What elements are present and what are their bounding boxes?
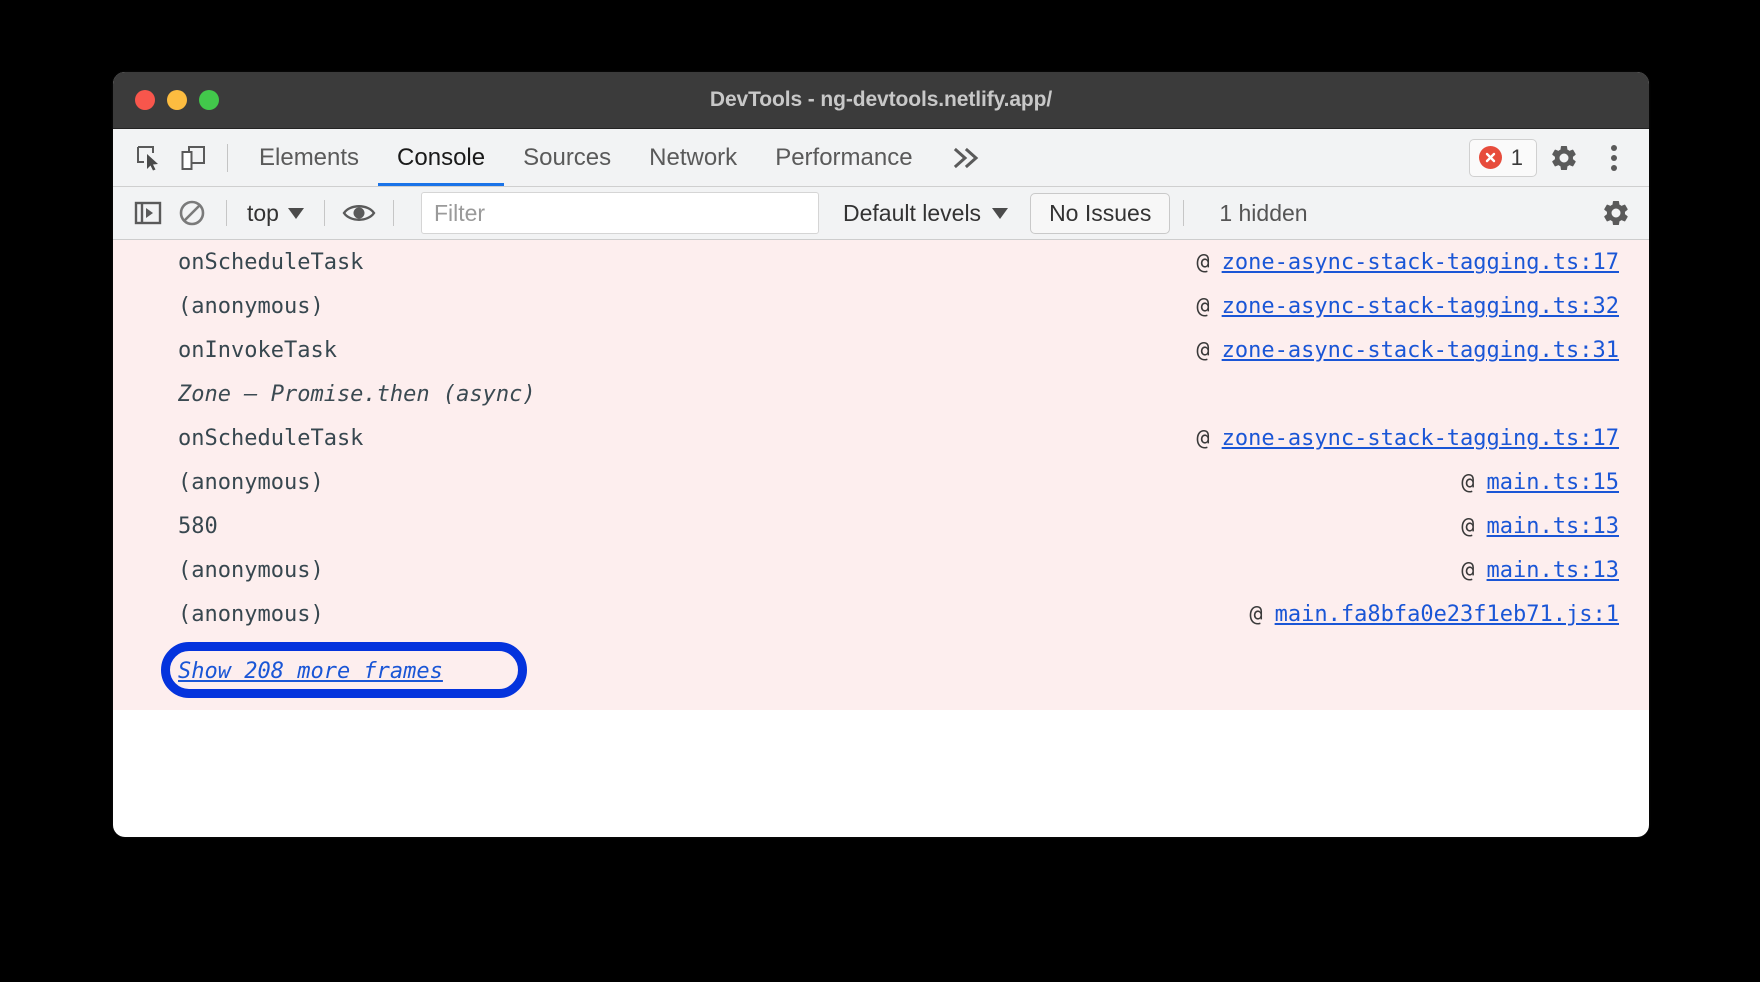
filter-input[interactable]: Filter (421, 192, 819, 234)
window-title: DevTools - ng-devtools.netlify.app/ (113, 88, 1649, 112)
stack-frame-row[interactable]: 580 @ main.ts:13 (113, 514, 1649, 558)
tab-sources-label: Sources (523, 144, 611, 172)
async-boundary-label: Zone — Promise.then (async) (178, 382, 536, 407)
clear-console-icon[interactable] (171, 192, 213, 234)
stack-frame-location: @ zone-async-stack-tagging.ts:17 (1196, 250, 1619, 275)
stack-frame-location: @ zone-async-stack-tagging.ts:17 (1196, 426, 1619, 451)
stack-frame-row[interactable]: onScheduleTask @ zone-async-stack-taggin… (113, 426, 1649, 470)
tab-console[interactable]: Console (378, 129, 504, 186)
tab-elements[interactable]: Elements (240, 129, 378, 186)
stack-frame-row[interactable]: (anonymous) @ main.ts:15 (113, 470, 1649, 514)
tab-performance[interactable]: Performance (756, 129, 931, 186)
kebab-menu-icon[interactable] (1591, 135, 1637, 181)
at-symbol: @ (1461, 470, 1474, 495)
source-link[interactable]: main.ts:13 (1487, 514, 1619, 539)
screenshot-root: DevTools - ng-devtools.netlify.app/ Elem… (0, 0, 1760, 982)
stack-frame-function: onInvokeTask (178, 338, 337, 363)
stack-frame-row[interactable]: onScheduleTask @ zone-async-stack-taggin… (113, 250, 1649, 294)
tab-network[interactable]: Network (630, 129, 756, 186)
minimize-window-button[interactable] (167, 90, 187, 110)
tab-console-label: Console (397, 144, 485, 172)
source-link[interactable]: main.fa8bfa0e23f1eb71.js:1 (1275, 602, 1619, 627)
chevron-double-right-icon[interactable] (932, 129, 1002, 186)
stack-frame-function: 580 (178, 514, 218, 539)
toolbar-divider-4 (1183, 200, 1184, 226)
error-count-badge[interactable]: 1 (1469, 139, 1537, 177)
stack-frame-function: (anonymous) (178, 470, 324, 495)
stack-frame-row[interactable]: (anonymous) @ main.ts:13 (113, 558, 1649, 602)
stack-frame-location: @ main.ts:13 (1461, 514, 1619, 539)
issues-button-label: No Issues (1049, 200, 1151, 226)
stack-frame-location: @ zone-async-stack-tagging.ts:31 (1196, 338, 1619, 363)
stack-frame-row[interactable]: (anonymous) @ main.fa8bfa0e23f1eb71.js:1 (113, 602, 1649, 646)
error-count-label: 1 (1511, 145, 1523, 171)
traffic-lights (135, 90, 219, 110)
source-link[interactable]: main.ts:13 (1487, 558, 1619, 583)
maximize-window-button[interactable] (199, 90, 219, 110)
live-expression-icon[interactable] (338, 192, 380, 234)
chevron-down-icon (992, 208, 1008, 219)
stack-frame-row[interactable]: (anonymous) @ zone-async-stack-tagging.t… (113, 294, 1649, 338)
stack-frame-function: (anonymous) (178, 602, 324, 627)
at-symbol: @ (1249, 602, 1262, 627)
stack-frame-function: onScheduleTask (178, 250, 363, 275)
at-symbol: @ (1196, 426, 1209, 451)
error-circle-icon (1479, 146, 1502, 169)
devtools-window: DevTools - ng-devtools.netlify.app/ Elem… (113, 72, 1649, 837)
tab-sources[interactable]: Sources (504, 129, 630, 186)
stack-frame-location: @ zone-async-stack-tagging.ts:32 (1196, 294, 1619, 319)
console-toolbar: top Filter Default levels No Issues (113, 187, 1649, 240)
source-link[interactable]: zone-async-stack-tagging.ts:17 (1222, 250, 1619, 275)
at-symbol: @ (1461, 514, 1474, 539)
at-symbol: @ (1196, 250, 1209, 275)
stack-frame-location: @ main.ts:15 (1461, 470, 1619, 495)
source-link[interactable]: zone-async-stack-tagging.ts:31 (1222, 338, 1619, 363)
source-link[interactable]: main.ts:15 (1487, 470, 1619, 495)
stack-frame-function: (anonymous) (178, 558, 324, 583)
tab-network-label: Network (649, 144, 737, 172)
issues-button[interactable]: No Issues (1030, 193, 1170, 234)
console-sidebar-icon[interactable] (127, 192, 169, 234)
log-levels-selector[interactable]: Default levels (843, 200, 1008, 227)
at-symbol: @ (1196, 338, 1209, 363)
console-toolbar-right (1595, 192, 1637, 234)
source-link[interactable]: zone-async-stack-tagging.ts:17 (1222, 426, 1619, 451)
tabbar-divider (227, 144, 228, 172)
tabbar-right-controls: 1 (1469, 135, 1649, 181)
show-more-frames-row: Show 208 more frames (113, 646, 1649, 696)
toolbar-divider-2 (324, 200, 325, 226)
toolbar-divider-3 (393, 200, 394, 226)
stack-frame-location: @ main.fa8bfa0e23f1eb71.js:1 (1249, 602, 1619, 627)
stack-frame-function: onScheduleTask (178, 426, 363, 451)
devtools-tabbar: Elements Console Sources Network Perform… (113, 129, 1649, 187)
chevron-down-icon (288, 208, 304, 219)
stack-frame-function: (anonymous) (178, 294, 324, 319)
tab-performance-label: Performance (775, 144, 912, 172)
device-toolbar-icon[interactable] (171, 136, 215, 180)
at-symbol: @ (1196, 294, 1209, 319)
gear-icon[interactable] (1541, 135, 1587, 181)
error-stack-trace: onScheduleTask @ zone-async-stack-taggin… (113, 240, 1649, 710)
source-link[interactable]: zone-async-stack-tagging.ts:32 (1222, 294, 1619, 319)
stack-frame-row[interactable]: onInvokeTask @ zone-async-stack-tagging.… (113, 338, 1649, 382)
hidden-messages-label: 1 hidden (1219, 200, 1307, 227)
stack-frame-location: @ main.ts:13 (1461, 558, 1619, 583)
execution-context-selector[interactable]: top (240, 197, 311, 230)
inspect-element-icon[interactable] (127, 136, 171, 180)
show-more-frames-link[interactable]: Show 208 more frames (178, 659, 443, 684)
log-levels-label: Default levels (843, 200, 981, 227)
close-window-button[interactable] (135, 90, 155, 110)
toolbar-divider-1 (226, 200, 227, 226)
window-titlebar: DevTools - ng-devtools.netlify.app/ (113, 72, 1649, 129)
tab-elements-label: Elements (259, 144, 359, 172)
gear-icon[interactable] (1595, 192, 1637, 234)
filter-placeholder: Filter (434, 200, 485, 227)
tab-list: Elements Console Sources Network Perform… (240, 129, 1002, 186)
at-symbol: @ (1461, 558, 1474, 583)
console-message-list[interactable]: onScheduleTask @ zone-async-stack-taggin… (113, 240, 1649, 710)
execution-context-label: top (247, 200, 279, 227)
async-boundary-row: Zone — Promise.then (async) (113, 382, 1649, 426)
